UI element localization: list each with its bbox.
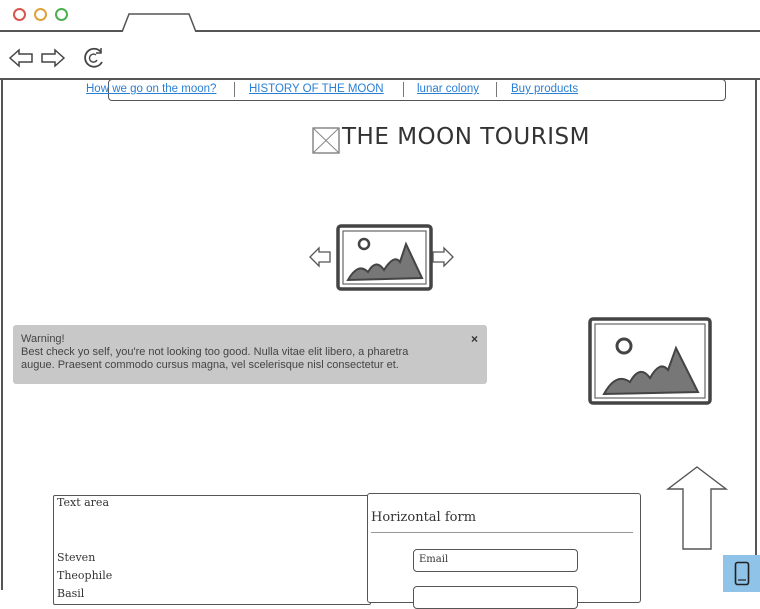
alert-body: Best check yo self, you're not looking t… (21, 346, 409, 371)
site-title: THE MOON TOURISM (342, 124, 590, 150)
nav-link-history[interactable]: HISTORY OF THE MOON (249, 83, 384, 95)
arrow-left-icon[interactable] (309, 246, 331, 268)
email-placeholder: Email (419, 554, 449, 565)
alert-close-button[interactable]: × (471, 332, 478, 346)
mobile-view-button[interactable] (723, 555, 760, 592)
browser-toolbar (0, 32, 760, 101)
text-area[interactable] (53, 495, 371, 605)
form-title: Horizontal form (371, 510, 477, 525)
logo-image-placeholder (312, 127, 340, 154)
arrow-right-icon[interactable] (432, 246, 454, 268)
back-arrow-icon[interactable] (8, 48, 34, 68)
maximize-window-button[interactable] (55, 8, 68, 21)
reload-icon[interactable] (82, 46, 106, 70)
textarea-line: Steven (57, 551, 96, 564)
nav-separator (496, 82, 497, 97)
textarea-label: Text area (57, 496, 109, 509)
forward-arrow-icon[interactable] (40, 48, 66, 68)
textarea-line: Theophile (57, 569, 113, 582)
browser-title-bar (0, 0, 760, 32)
nav-link-buy-products[interactable]: Buy products (511, 83, 578, 95)
mobile-phone-icon (734, 561, 750, 586)
form-divider (371, 532, 633, 533)
textarea-line: Basil (57, 587, 85, 600)
alert-heading: Warning! (21, 333, 65, 345)
nav-link-how-we-go[interactable]: How we go on the moon? (86, 83, 216, 95)
carousel-image (336, 224, 433, 291)
minimize-window-button[interactable] (34, 8, 47, 21)
close-window-button[interactable] (13, 8, 26, 21)
side-image (588, 317, 712, 405)
nav-separator (403, 82, 404, 97)
nav-link-lunar-colony[interactable]: lunar colony (417, 83, 479, 95)
password-field[interactable] (413, 586, 578, 609)
arrow-up-icon[interactable] (666, 465, 728, 551)
alert-message: Warning! Best check yo self, you're not … (21, 333, 421, 372)
browser-tab[interactable] (122, 13, 196, 32)
nav-separator (234, 82, 235, 97)
